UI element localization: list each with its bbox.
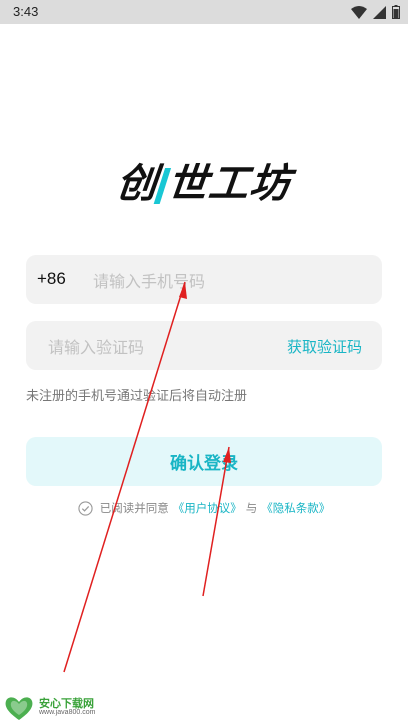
agreement-joiner: 与: [245, 501, 258, 515]
confirm-login-button[interactable]: 确认登录: [26, 437, 382, 486]
app-logo: 创世工坊: [0, 150, 408, 210]
agreement-checkbox-icon[interactable]: [78, 500, 93, 516]
agreement-row: 已阅读并同意 《用户协议》 与 《隐私条款》: [0, 498, 408, 518]
watermark-url: www.java800.com: [39, 709, 96, 716]
code-field: 获取验证码: [26, 321, 382, 370]
watermark-text: 安心下载网 www.java800.com: [39, 698, 95, 716]
battery-icon: [392, 5, 400, 19]
auto-register-hint: 未注册的手机号通过验证后将自动注册: [26, 389, 248, 404]
agreement-prefix: 已阅读并同意: [99, 501, 169, 515]
watermark: 安心下载网 www.java800.com: [3, 693, 95, 721]
logo-text: 创世工坊: [114, 151, 294, 209]
watermark-title: 安心下载网: [39, 697, 94, 710]
status-bar: 3:43: [0, 0, 408, 24]
wifi-icon: [351, 5, 367, 19]
watermark-logo-icon: [5, 697, 33, 720]
logo-char-first: 创: [114, 161, 160, 207]
country-code[interactable]: +86: [37, 269, 66, 289]
code-input[interactable]: [46, 333, 270, 361]
logo-char-rest: 世工坊: [165, 161, 293, 207]
phone-input[interactable]: [91, 267, 365, 295]
status-icons: [351, 5, 400, 19]
user-agreement-link[interactable]: 《用户协议》: [173, 500, 242, 516]
privacy-policy-link[interactable]: 《隐私条款》: [261, 500, 330, 516]
signal-icon: [373, 5, 386, 19]
status-time: 3:43: [13, 4, 39, 19]
get-code-button[interactable]: 获取验证码: [287, 336, 362, 357]
phone-field: +86: [26, 255, 382, 304]
